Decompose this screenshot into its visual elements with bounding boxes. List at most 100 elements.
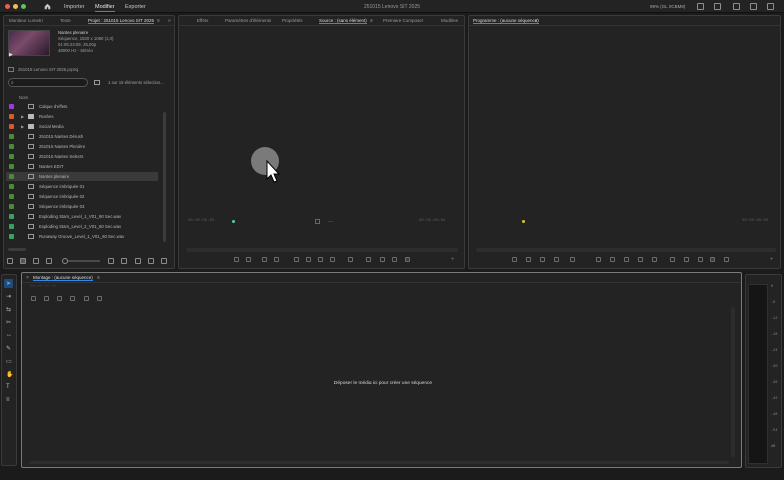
step-back-icon[interactable]	[294, 257, 299, 262]
label-color-swatch[interactable]	[9, 144, 14, 149]
fit-icon[interactable]	[315, 219, 320, 224]
new-item-icon[interactable]	[148, 258, 154, 264]
zoom-indicator[interactable]: 99% (GL 0CBM8)	[650, 4, 685, 9]
program-marker-icon[interactable]	[540, 257, 545, 262]
help-icon[interactable]	[767, 3, 774, 10]
project-item[interactable]: Nantes EDIT	[6, 162, 158, 171]
expand-icon[interactable]: »	[168, 18, 171, 24]
project-item[interactable]: 251015 Nantes Dérush	[6, 132, 158, 141]
project-hscrollbar[interactable]	[8, 248, 26, 251]
track-select-tool[interactable]: ⇥	[4, 292, 13, 301]
pencil-icon[interactable]	[7, 258, 13, 264]
label-color-swatch[interactable]	[9, 234, 14, 239]
insert-icon[interactable]	[348, 257, 353, 262]
project-item[interactable]: ▶ Rushes	[6, 112, 158, 121]
program-menu-icon[interactable]: ≡	[535, 18, 538, 24]
camera-icon[interactable]	[392, 257, 397, 262]
clip-thumbnail[interactable]	[8, 30, 50, 56]
timeline-vscrollbar[interactable]	[731, 307, 735, 457]
program-mark-out-icon[interactable]	[570, 257, 575, 262]
mark-out-icon[interactable]	[262, 257, 267, 262]
panel-menu-icon[interactable]: ≡	[157, 18, 160, 24]
project-item[interactable]: Séquence imbriquée 02	[6, 192, 158, 201]
tab-text[interactable]: Texte	[60, 18, 71, 23]
label-color-swatch[interactable]	[9, 194, 14, 199]
disclosure-triangle-icon[interactable]: ▶	[21, 114, 24, 119]
program-vr-icon[interactable]	[724, 257, 729, 262]
project-item[interactable]: Runaway Groove_Level_1_V01_60 Sec.wav	[6, 232, 158, 241]
hand-tool[interactable]: ✋	[4, 370, 13, 379]
search-input[interactable]	[17, 80, 85, 86]
quick-export-icon[interactable]	[714, 3, 721, 10]
new-bin-from-search-icon[interactable]	[94, 80, 100, 85]
project-item[interactable]: Exploding Stars_Level_2_V01_60 Sec.wav	[6, 222, 158, 231]
project-item[interactable]: Nantes plenaire	[6, 172, 158, 181]
zoom-slider[interactable]	[68, 260, 100, 262]
program-compare-icon[interactable]	[710, 257, 715, 262]
tab-properties[interactable]: Propriétés	[282, 18, 303, 23]
program-lift-icon[interactable]	[512, 257, 517, 262]
project-search[interactable]: ⌕	[8, 78, 88, 87]
timeline-menu-icon[interactable]: ≡	[97, 275, 100, 281]
label-color-swatch[interactable]	[9, 134, 14, 139]
add-marker-timeline-icon[interactable]	[70, 296, 75, 301]
program-lift-edit-icon[interactable]	[670, 257, 675, 262]
project-item[interactable]: Séquence imbriquée 03	[6, 202, 158, 211]
sort-icon[interactable]	[108, 258, 114, 264]
button-editor-active-icon[interactable]	[405, 257, 410, 262]
program-extract-edit-icon[interactable]	[684, 257, 689, 262]
source-timecode-in[interactable]: 00:00:00:00	[188, 219, 214, 223]
label-color-swatch[interactable]	[9, 114, 14, 119]
freeform-view-icon[interactable]	[46, 258, 52, 264]
wrench-icon[interactable]	[84, 296, 89, 301]
tab-premiere-composer[interactable]: Premiere Composer	[383, 18, 423, 23]
project-item[interactable]: Séquence imbriquée 01	[6, 182, 158, 191]
fullscreen-icon[interactable]	[733, 3, 740, 10]
label-color-swatch[interactable]	[9, 204, 14, 209]
selection-tool[interactable]: ➤	[4, 279, 13, 288]
snap-icon[interactable]	[44, 296, 49, 301]
captions-icon[interactable]	[97, 296, 102, 301]
label-color-swatch[interactable]	[9, 224, 14, 229]
timeline-close-icon[interactable]: ×	[26, 275, 29, 281]
timeline-hscrollbar[interactable]	[29, 461, 729, 464]
source-menu-icon[interactable]: ≡	[370, 18, 373, 24]
add-marker-icon[interactable]	[234, 257, 239, 262]
list-view-icon[interactable]	[20, 258, 26, 264]
new-bin-icon[interactable]	[135, 258, 141, 264]
go-to-in-icon[interactable]	[274, 257, 279, 262]
tab-source[interactable]: Source : (sans élément)	[319, 18, 367, 24]
trash-icon[interactable]	[161, 258, 167, 264]
label-color-swatch[interactable]	[9, 184, 14, 189]
play-button-icon[interactable]	[306, 257, 311, 262]
linked-selection-icon[interactable]	[57, 296, 62, 301]
label-color-swatch[interactable]	[9, 124, 14, 129]
razor-tool[interactable]: ✂	[4, 318, 13, 327]
ripple-edit-tool[interactable]: ⇆	[4, 305, 13, 314]
label-color-swatch[interactable]	[9, 214, 14, 219]
type-tool[interactable]: T	[4, 383, 13, 392]
tab-lumetri-scopes[interactable]: Moniteur Lumetri	[9, 18, 43, 23]
tab-timeline[interactable]: Montage : (aucune séquence)	[33, 275, 93, 281]
program-step-forward-icon[interactable]	[638, 257, 643, 262]
tab-effects[interactable]: Effets	[197, 18, 208, 23]
add-button-icon[interactable]: +	[451, 257, 456, 263]
source-scrubber[interactable]	[186, 248, 458, 252]
workspaces-icon[interactable]	[697, 3, 704, 10]
tab-program[interactable]: Programme : (aucune séquence)	[473, 18, 539, 24]
label-color-swatch[interactable]	[9, 154, 14, 159]
caption-tool[interactable]: ≡	[4, 396, 13, 405]
program-go-to-in-icon[interactable]	[596, 257, 601, 262]
export-frame-icon[interactable]	[380, 257, 385, 262]
slip-tool[interactable]: ↔	[4, 331, 13, 340]
tab-project[interactable]: Projet : 251015 Lenovo SIT 2025	[88, 18, 154, 24]
timeline-drop-message[interactable]: Déposer le média ici pour créer une séqu…	[22, 381, 744, 386]
label-color-swatch[interactable]	[9, 104, 14, 109]
settings-icon[interactable]: —	[328, 219, 333, 225]
notifications-icon[interactable]	[750, 3, 757, 10]
program-extract-icon[interactable]	[526, 257, 531, 262]
program-scrubber[interactable]	[476, 248, 776, 252]
project-item[interactable]: Exploding Stars_Level_1_V01_90 Sec.wav	[6, 212, 158, 221]
program-go-to-out-icon[interactable]	[652, 257, 657, 262]
rectangle-tool[interactable]: ▭	[4, 357, 13, 366]
